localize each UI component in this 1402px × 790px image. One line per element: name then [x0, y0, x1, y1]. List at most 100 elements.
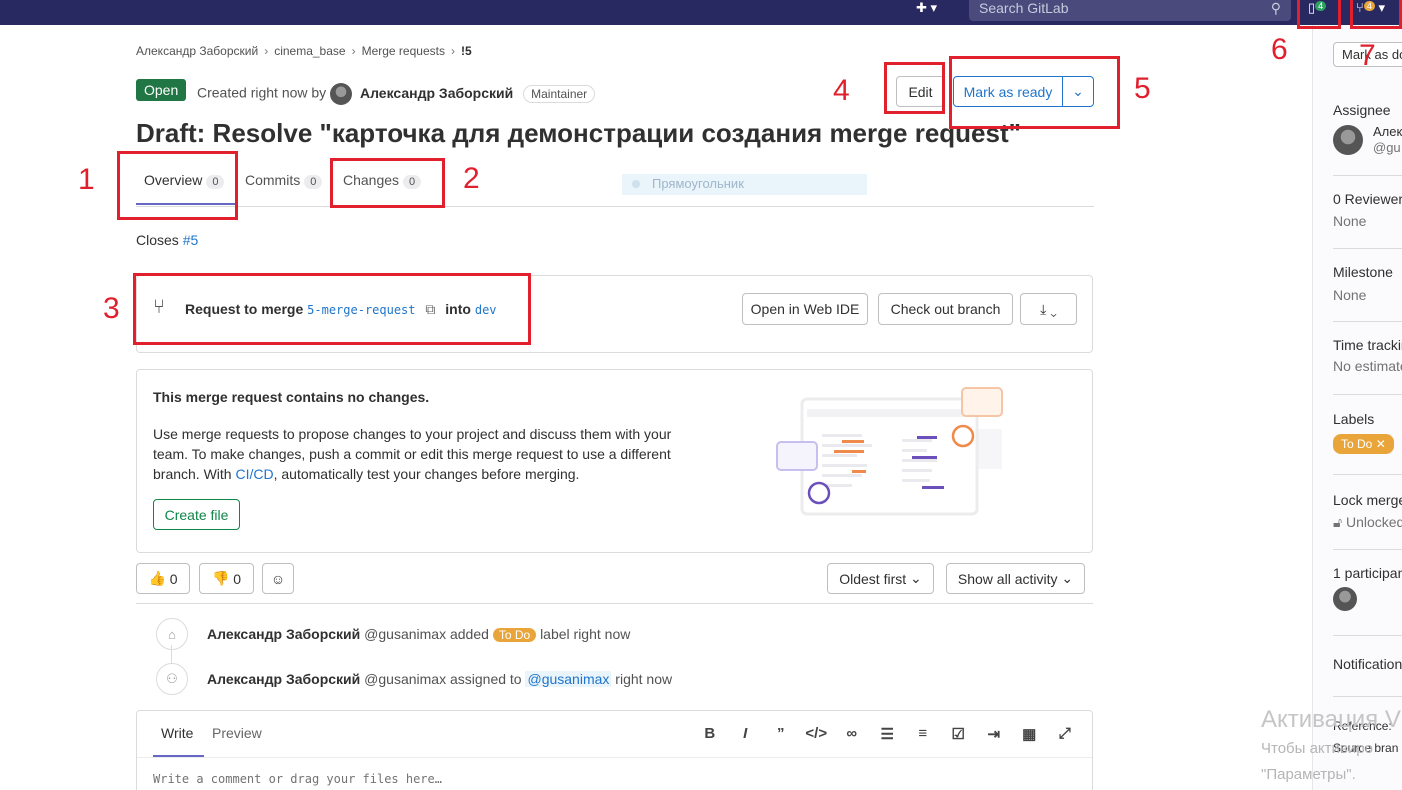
fullscreen-icon[interactable]: ⤢ [1047, 725, 1083, 743]
author-name[interactable]: Александр Заборский [360, 85, 513, 101]
participants-title: 1 participant [1333, 565, 1402, 581]
bold-icon[interactable]: B [692, 725, 728, 743]
activity-author[interactable]: Александр Заборский [207, 626, 360, 642]
page-title: Draft: Resolve "карточка для демонстраци… [136, 118, 1021, 148]
activity-filter-label: Show all activity [957, 570, 1058, 587]
search-input[interactable]: Search GitLab ⚲ [969, 0, 1291, 21]
activity-divider [136, 603, 1093, 604]
closes-prefix: Closes [136, 232, 179, 248]
open-web-ide-button[interactable]: Open in Web IDE [742, 293, 868, 325]
created-by: Created right now by Александр Заборский… [197, 83, 596, 105]
assignee-title: Assignee [1333, 102, 1391, 118]
assignee-avatar[interactable] [1333, 125, 1363, 155]
thumbs-up-count: 0 [169, 570, 178, 587]
sidebar-divider [1333, 175, 1402, 176]
user-assign-icon: ⚇ [156, 663, 188, 695]
sidebar-divider [1333, 248, 1402, 249]
breadcrumb-merge-requests[interactable]: Merge requests [362, 44, 445, 58]
annotation-box-edit [884, 62, 945, 114]
download-dropdown-button[interactable]: ⤓ ⌄ [1020, 293, 1077, 325]
watermark-line-3: "Параметры". [1261, 766, 1356, 783]
activity-action: added [449, 626, 489, 642]
annotation-box-merge-line [133, 273, 531, 345]
sidebar-divider [1333, 549, 1402, 550]
annotation-number-3: 3 [103, 292, 120, 325]
participant-avatar[interactable] [1333, 587, 1357, 611]
timeline-line [171, 645, 172, 665]
todo-label-badge[interactable]: To Do [492, 628, 537, 642]
sort-order-dropdown[interactable]: Oldest first ⌄ [827, 563, 934, 594]
no-changes-text-2: , automatically test your changes before… [273, 466, 580, 482]
thumbs-down-icon: 👎 [211, 570, 230, 586]
right-sidebar: Mark as done Assignee Алек @gu 0 Reviewe… [1312, 25, 1402, 790]
breadcrumb-mr-id[interactable]: !5 [461, 44, 472, 58]
numbered-list-icon[interactable]: ≡ [905, 725, 941, 743]
comment-input-placeholder[interactable]: Write a comment or drag your files here… [153, 772, 442, 786]
check-out-branch-button[interactable]: Check out branch [878, 293, 1013, 325]
annotation-box-issues [1297, 0, 1341, 29]
mr-tabs: Overview 0 Commits 0 Changes 0 [136, 160, 1094, 207]
tab-preview[interactable]: Preview [212, 725, 262, 741]
assignee-handle: @gu [1373, 140, 1401, 155]
activity-action: assigned to [449, 671, 522, 687]
breadcrumb-project[interactable]: cinema_base [274, 44, 345, 58]
create-file-button[interactable]: Create file [153, 499, 240, 530]
created-prefix: Created right now by [197, 84, 327, 101]
italic-icon[interactable]: I [728, 725, 764, 743]
todo-label-chip[interactable]: To Do ✕ [1333, 434, 1394, 454]
sidebar-divider [1333, 321, 1402, 322]
ghost-shape-overlay: Прямоугольник [622, 174, 867, 195]
author-avatar[interactable] [330, 83, 353, 105]
annotation-number-6: 6 [1271, 33, 1288, 66]
no-changes-text: Use merge requests to propose changes to… [153, 424, 683, 484]
activity-author[interactable]: Александр Заборский [207, 671, 360, 687]
link-icon[interactable]: ∞ [834, 725, 870, 743]
annotation-box-overview [117, 151, 238, 220]
sidebar-divider [1333, 394, 1402, 395]
editor-header-divider [137, 757, 1092, 758]
reviewers-value: None [1333, 213, 1367, 229]
task-list-icon[interactable]: ☑ [941, 725, 977, 743]
sidebar-divider [1333, 635, 1402, 636]
lock-merge-value: 🔓︎ Unlocked [1333, 514, 1402, 531]
annotation-number-7: 7 [1359, 39, 1376, 72]
mention-link[interactable]: @gusanimax [525, 671, 612, 687]
no-changes-heading: This merge request contains no changes. [153, 389, 430, 405]
annotation-number-4: 4 [833, 74, 850, 107]
tab-commits-count: 0 [304, 175, 323, 189]
thumbs-up-button[interactable]: 👍 0 [136, 563, 190, 594]
labels-title: Labels [1333, 411, 1375, 427]
sidebar-divider [1333, 474, 1402, 475]
annotation-number-5: 5 [1134, 72, 1151, 105]
quote-icon[interactable]: ” [763, 725, 799, 743]
time-tracking-value: No estimate [1333, 358, 1402, 374]
thumbs-down-button[interactable]: 👎 0 [199, 563, 254, 594]
closes-issue-link[interactable]: #5 [183, 232, 199, 248]
collapsible-icon[interactable]: ⇥ [976, 725, 1012, 743]
status-badge: Open [136, 79, 187, 101]
tab-commits[interactable]: Commits 0 [245, 172, 323, 189]
add-reaction-smiley-icon[interactable]: ☺ [262, 563, 294, 594]
time-tracking-title: Time tracking [1333, 337, 1402, 353]
watermark-line-2: Чтобы активиро [1261, 740, 1373, 757]
cicd-link[interactable]: CI/CD [235, 466, 273, 482]
empty-state-illustration [776, 387, 1003, 516]
new-menu-plus-icon[interactable]: ✚ ▾ [916, 0, 937, 16]
watermark-line-1: Активация V [1261, 706, 1401, 733]
assignee-name[interactable]: Алек [1373, 124, 1402, 139]
annotation-box-mark-ready [949, 56, 1120, 129]
code-icon[interactable]: </> [799, 725, 835, 743]
lock-merge-value-text: Unlocked [1345, 514, 1402, 530]
breadcrumb-user[interactable]: Александр Заборский [136, 44, 258, 58]
formatting-toolbar: B I ” </> ∞ ☰ ≡ ☑ ⇥ ▦ ⤢ [692, 725, 1083, 743]
tab-write[interactable]: Write [161, 725, 193, 741]
activity-handle: @gusanimax [364, 671, 447, 687]
top-navbar: ✚ ▾ Search GitLab ⚲ ▯ 4 ⑂ 4 ▾ [0, 0, 1402, 25]
activity-filter-dropdown[interactable]: Show all activity ⌄ [946, 563, 1085, 594]
activity-item: Александр Заборский @gusanimax added To … [207, 626, 630, 642]
search-icon: ⚲ [1270, 0, 1281, 16]
bullet-list-icon[interactable]: ☰ [870, 725, 906, 743]
milestone-value: None [1333, 287, 1367, 303]
activity-suffix: label right now [540, 626, 631, 642]
table-icon[interactable]: ▦ [1012, 725, 1048, 743]
